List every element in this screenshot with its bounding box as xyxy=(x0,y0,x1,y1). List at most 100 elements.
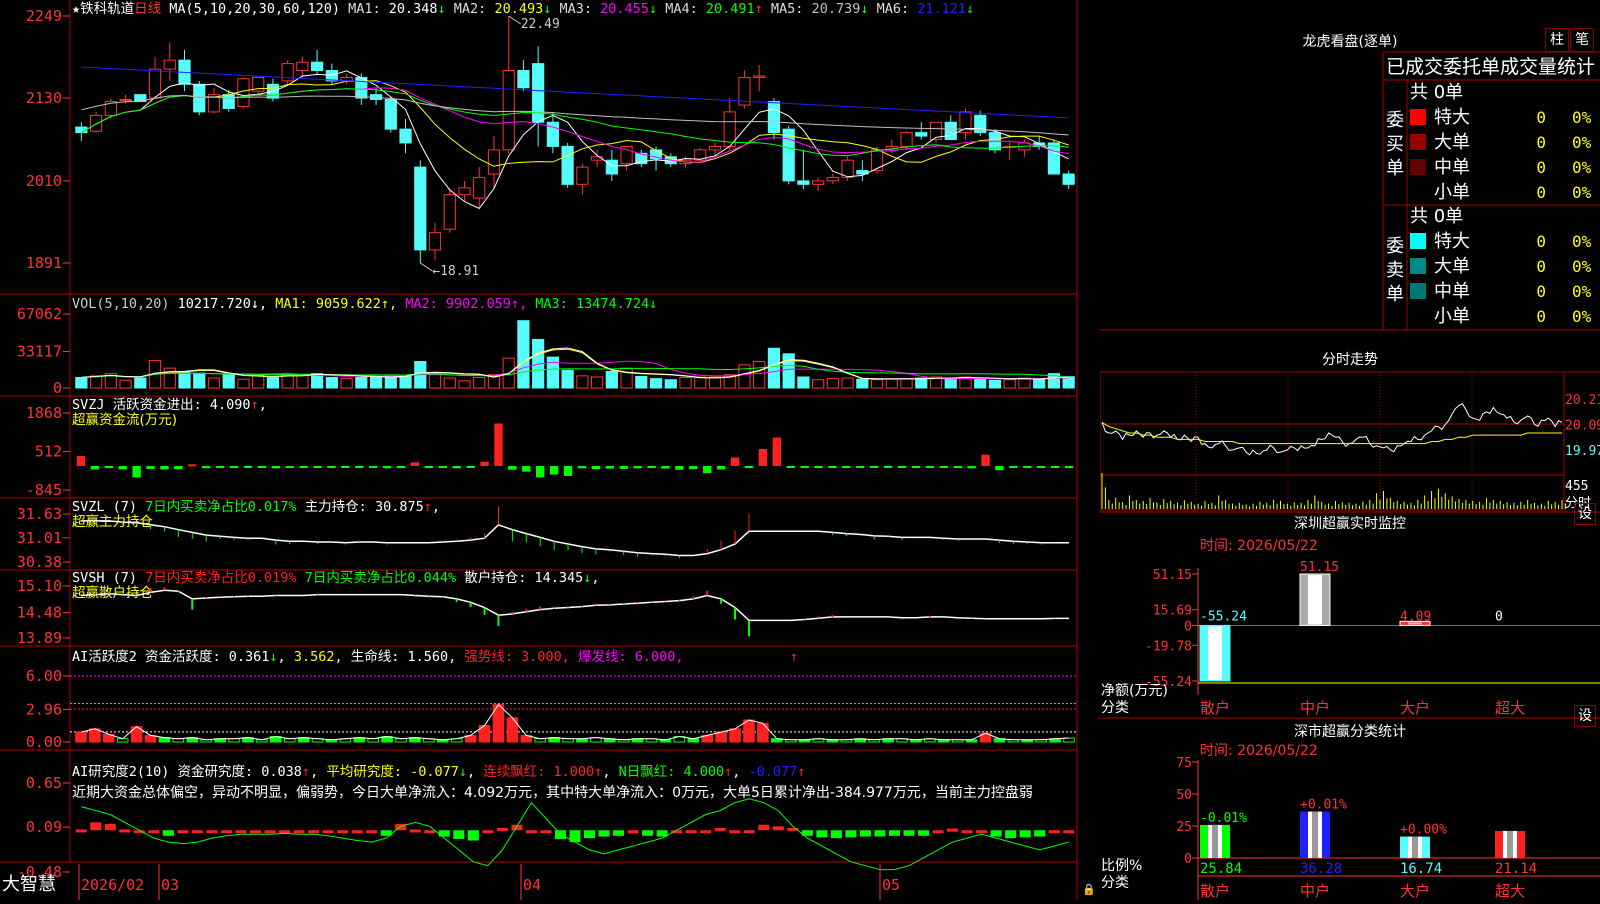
candle xyxy=(296,61,309,72)
pen-mode-button[interactable]: 笔 xyxy=(1570,28,1594,52)
sz-class-settings-button[interactable]: 设 xyxy=(1574,705,1596,727)
ma-line xyxy=(81,70,1069,210)
volume-bar xyxy=(266,376,280,389)
volume-bar xyxy=(812,379,825,389)
sz-monitor-settings-button[interactable]: 设 xyxy=(1574,503,1596,525)
flow-bar xyxy=(619,466,628,469)
flow-bar xyxy=(202,466,211,469)
intraday-price-label: 20.09 xyxy=(1565,419,1600,434)
main-chart-area[interactable]: 2249 2130 2010 1891 ★铁科轨道日线 MA(5,10,20,30,60… xyxy=(0,0,1100,900)
flow-bar xyxy=(508,466,517,470)
monitor-y-tick: 15.69 xyxy=(1153,604,1192,619)
research-bar xyxy=(119,829,131,833)
flow-bar xyxy=(257,466,267,469)
class-category: 散户 xyxy=(1200,882,1230,900)
research-bar xyxy=(918,830,930,836)
intraday-avg-line xyxy=(1101,421,1562,445)
volume-bar xyxy=(75,377,88,389)
flow-bar xyxy=(897,466,907,469)
volume-bar xyxy=(340,378,353,389)
bar-mode-button[interactable]: 柱 xyxy=(1545,28,1569,52)
volume-bar xyxy=(311,373,324,389)
ai-research-header-part: ↑ xyxy=(797,764,805,780)
candle xyxy=(708,145,722,151)
candle xyxy=(753,75,766,78)
ai-research-header-part: N日飘红: 4.000 xyxy=(619,764,725,780)
ai-research-header-part: , xyxy=(602,764,618,780)
time-label: 2026/02 xyxy=(81,876,144,894)
period-label: 日线 xyxy=(134,1,161,17)
research-bar xyxy=(148,830,160,834)
buy_rows-percent: 0% xyxy=(1572,158,1592,177)
candle xyxy=(473,176,486,199)
research-bar xyxy=(932,830,944,834)
monitor-y-tick: 0 xyxy=(1184,619,1192,634)
volume-bar xyxy=(428,374,442,389)
ai-research-header-part: , xyxy=(467,764,483,780)
svzj-header: SVZJ 活跃资金进出: 4.090↑, xyxy=(72,397,267,413)
monitor-category: 大户 xyxy=(1400,699,1430,717)
research-bar xyxy=(322,830,334,834)
flow-bar xyxy=(522,466,531,472)
flow-bar xyxy=(1009,466,1018,469)
candle xyxy=(399,128,412,144)
sell_rows-color-swatch xyxy=(1410,283,1426,299)
svsh-header-part: , xyxy=(591,570,599,586)
svzj-tick: 512 xyxy=(35,442,62,460)
monitor-category: 中户 xyxy=(1300,699,1330,717)
candle xyxy=(812,180,825,185)
time-label: 05 xyxy=(882,876,900,894)
research-bar xyxy=(424,830,436,834)
research-bar xyxy=(162,830,174,836)
svsh-header-part: 7日内买卖净占比0.044% xyxy=(305,570,465,586)
research-bar xyxy=(874,830,886,837)
class-y-tick: 0 xyxy=(1184,852,1192,867)
research-bar xyxy=(177,830,189,834)
dragon-title: 龙虎看盘(逐单) xyxy=(1303,33,1398,50)
flow-bar xyxy=(800,466,809,469)
flow-bar xyxy=(146,466,155,469)
sell_rows-name: 特大 xyxy=(1434,231,1470,252)
flow-bar xyxy=(369,466,378,469)
candle xyxy=(797,180,810,185)
research-bar xyxy=(250,830,262,834)
ma-label: MA6: xyxy=(868,1,917,17)
ai-activity-header: AI活跃度2 资金活跃度: 0.361↓, 3.562, 生命线: 1.560,… xyxy=(72,648,684,665)
time-label: 04 xyxy=(523,876,541,894)
ma-label: MA2: xyxy=(446,1,495,17)
volume-bar xyxy=(119,379,132,389)
research-bar xyxy=(613,830,625,836)
class-y-tick: 25 xyxy=(1176,820,1192,835)
ai-research-header-part: , xyxy=(732,764,748,780)
candle xyxy=(443,194,456,230)
svsh-tick: 13.89 xyxy=(17,629,62,647)
flow-bar xyxy=(118,466,127,470)
buy_rows-name: 中单 xyxy=(1434,157,1470,178)
flow-bar xyxy=(382,466,392,469)
monitor-category-label: 分类 xyxy=(1101,700,1129,716)
activity-bar xyxy=(75,731,87,743)
buy_rows-color-swatch xyxy=(1410,109,1426,125)
flow-bar xyxy=(856,466,865,469)
svsh-header-part: 7日内买卖净占比0.019% xyxy=(145,570,305,586)
candle xyxy=(414,166,427,251)
research-bar xyxy=(1048,830,1060,834)
flow-bar xyxy=(536,466,545,478)
flow-bar xyxy=(591,466,601,470)
monitor-value-label: 51.15 xyxy=(1300,560,1339,575)
volume-bar xyxy=(369,375,383,389)
ai-activity-header-part: ↓ xyxy=(269,649,277,665)
activity-line xyxy=(80,703,1070,741)
research-bar xyxy=(409,829,421,833)
flow-bar xyxy=(160,466,169,470)
candle xyxy=(517,70,530,89)
flow-bar xyxy=(229,466,239,469)
volume-header-part: MA1: 9059.622↑, xyxy=(267,296,397,312)
stock-chart-canvas[interactable]: 2249 2130 2010 1891 ★铁科轨道日线 MA(5,10,20,30,60… xyxy=(0,0,1100,900)
volume-bar xyxy=(591,376,604,389)
flow-bar xyxy=(577,466,587,469)
research-bar xyxy=(642,830,654,836)
flow-bar xyxy=(438,466,447,469)
flow-bar xyxy=(675,466,684,470)
flow-bar xyxy=(299,466,308,469)
